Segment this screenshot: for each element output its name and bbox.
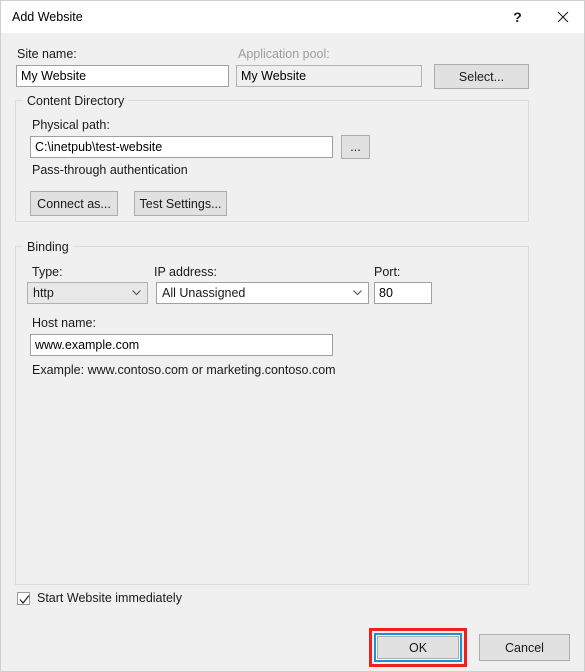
connect-as-button[interactable]: Connect as... bbox=[30, 191, 118, 216]
application-pool-input[interactable] bbox=[236, 65, 422, 87]
select-app-pool-button[interactable]: Select... bbox=[434, 64, 529, 89]
help-button[interactable]: ? bbox=[495, 1, 540, 32]
binding-group-title: Binding bbox=[23, 240, 73, 254]
title-bar: Add Website ? bbox=[1, 1, 584, 34]
close-icon bbox=[557, 11, 569, 23]
ip-address-value: All Unassigned bbox=[162, 286, 246, 300]
browse-physical-path-button[interactable]: ... bbox=[341, 135, 370, 159]
start-website-checkbox[interactable] bbox=[17, 592, 30, 605]
physical-path-label: Physical path: bbox=[32, 118, 110, 132]
port-input[interactable] bbox=[374, 282, 432, 304]
question-mark-icon: ? bbox=[513, 8, 522, 25]
checkmark-icon bbox=[19, 595, 30, 605]
site-name-label: Site name: bbox=[17, 47, 77, 61]
application-pool-label: Application pool: bbox=[238, 47, 330, 61]
site-name-input[interactable] bbox=[16, 65, 229, 87]
start-website-label: Start Website immediately bbox=[37, 591, 182, 605]
cancel-button[interactable]: Cancel bbox=[479, 634, 570, 661]
binding-type-label: Type: bbox=[32, 265, 63, 279]
host-name-label: Host name: bbox=[32, 316, 96, 330]
ip-address-label: IP address: bbox=[154, 265, 218, 279]
chevron-down-icon bbox=[353, 290, 362, 296]
binding-type-value: http bbox=[33, 286, 54, 300]
pass-through-authentication-label: Pass-through authentication bbox=[32, 163, 188, 177]
test-settings-button[interactable]: Test Settings... bbox=[134, 191, 227, 216]
ip-address-select[interactable]: All Unassigned bbox=[156, 282, 369, 304]
port-label: Port: bbox=[374, 265, 401, 279]
content-directory-group-title: Content Directory bbox=[23, 94, 129, 108]
add-website-dialog: Add Website ? Site name: Application poo… bbox=[0, 0, 585, 672]
binding-type-select[interactable]: http bbox=[27, 282, 148, 304]
physical-path-input[interactable] bbox=[30, 136, 333, 158]
host-name-input[interactable] bbox=[30, 334, 333, 356]
page-title: Add Website bbox=[12, 10, 83, 24]
host-name-example-text: Example: www.contoso.com or marketing.co… bbox=[32, 363, 336, 377]
ok-button[interactable]: OK bbox=[377, 636, 459, 659]
ok-button-focus-ring: OK bbox=[374, 633, 462, 662]
close-button[interactable] bbox=[540, 1, 584, 32]
chevron-down-icon bbox=[132, 290, 141, 296]
